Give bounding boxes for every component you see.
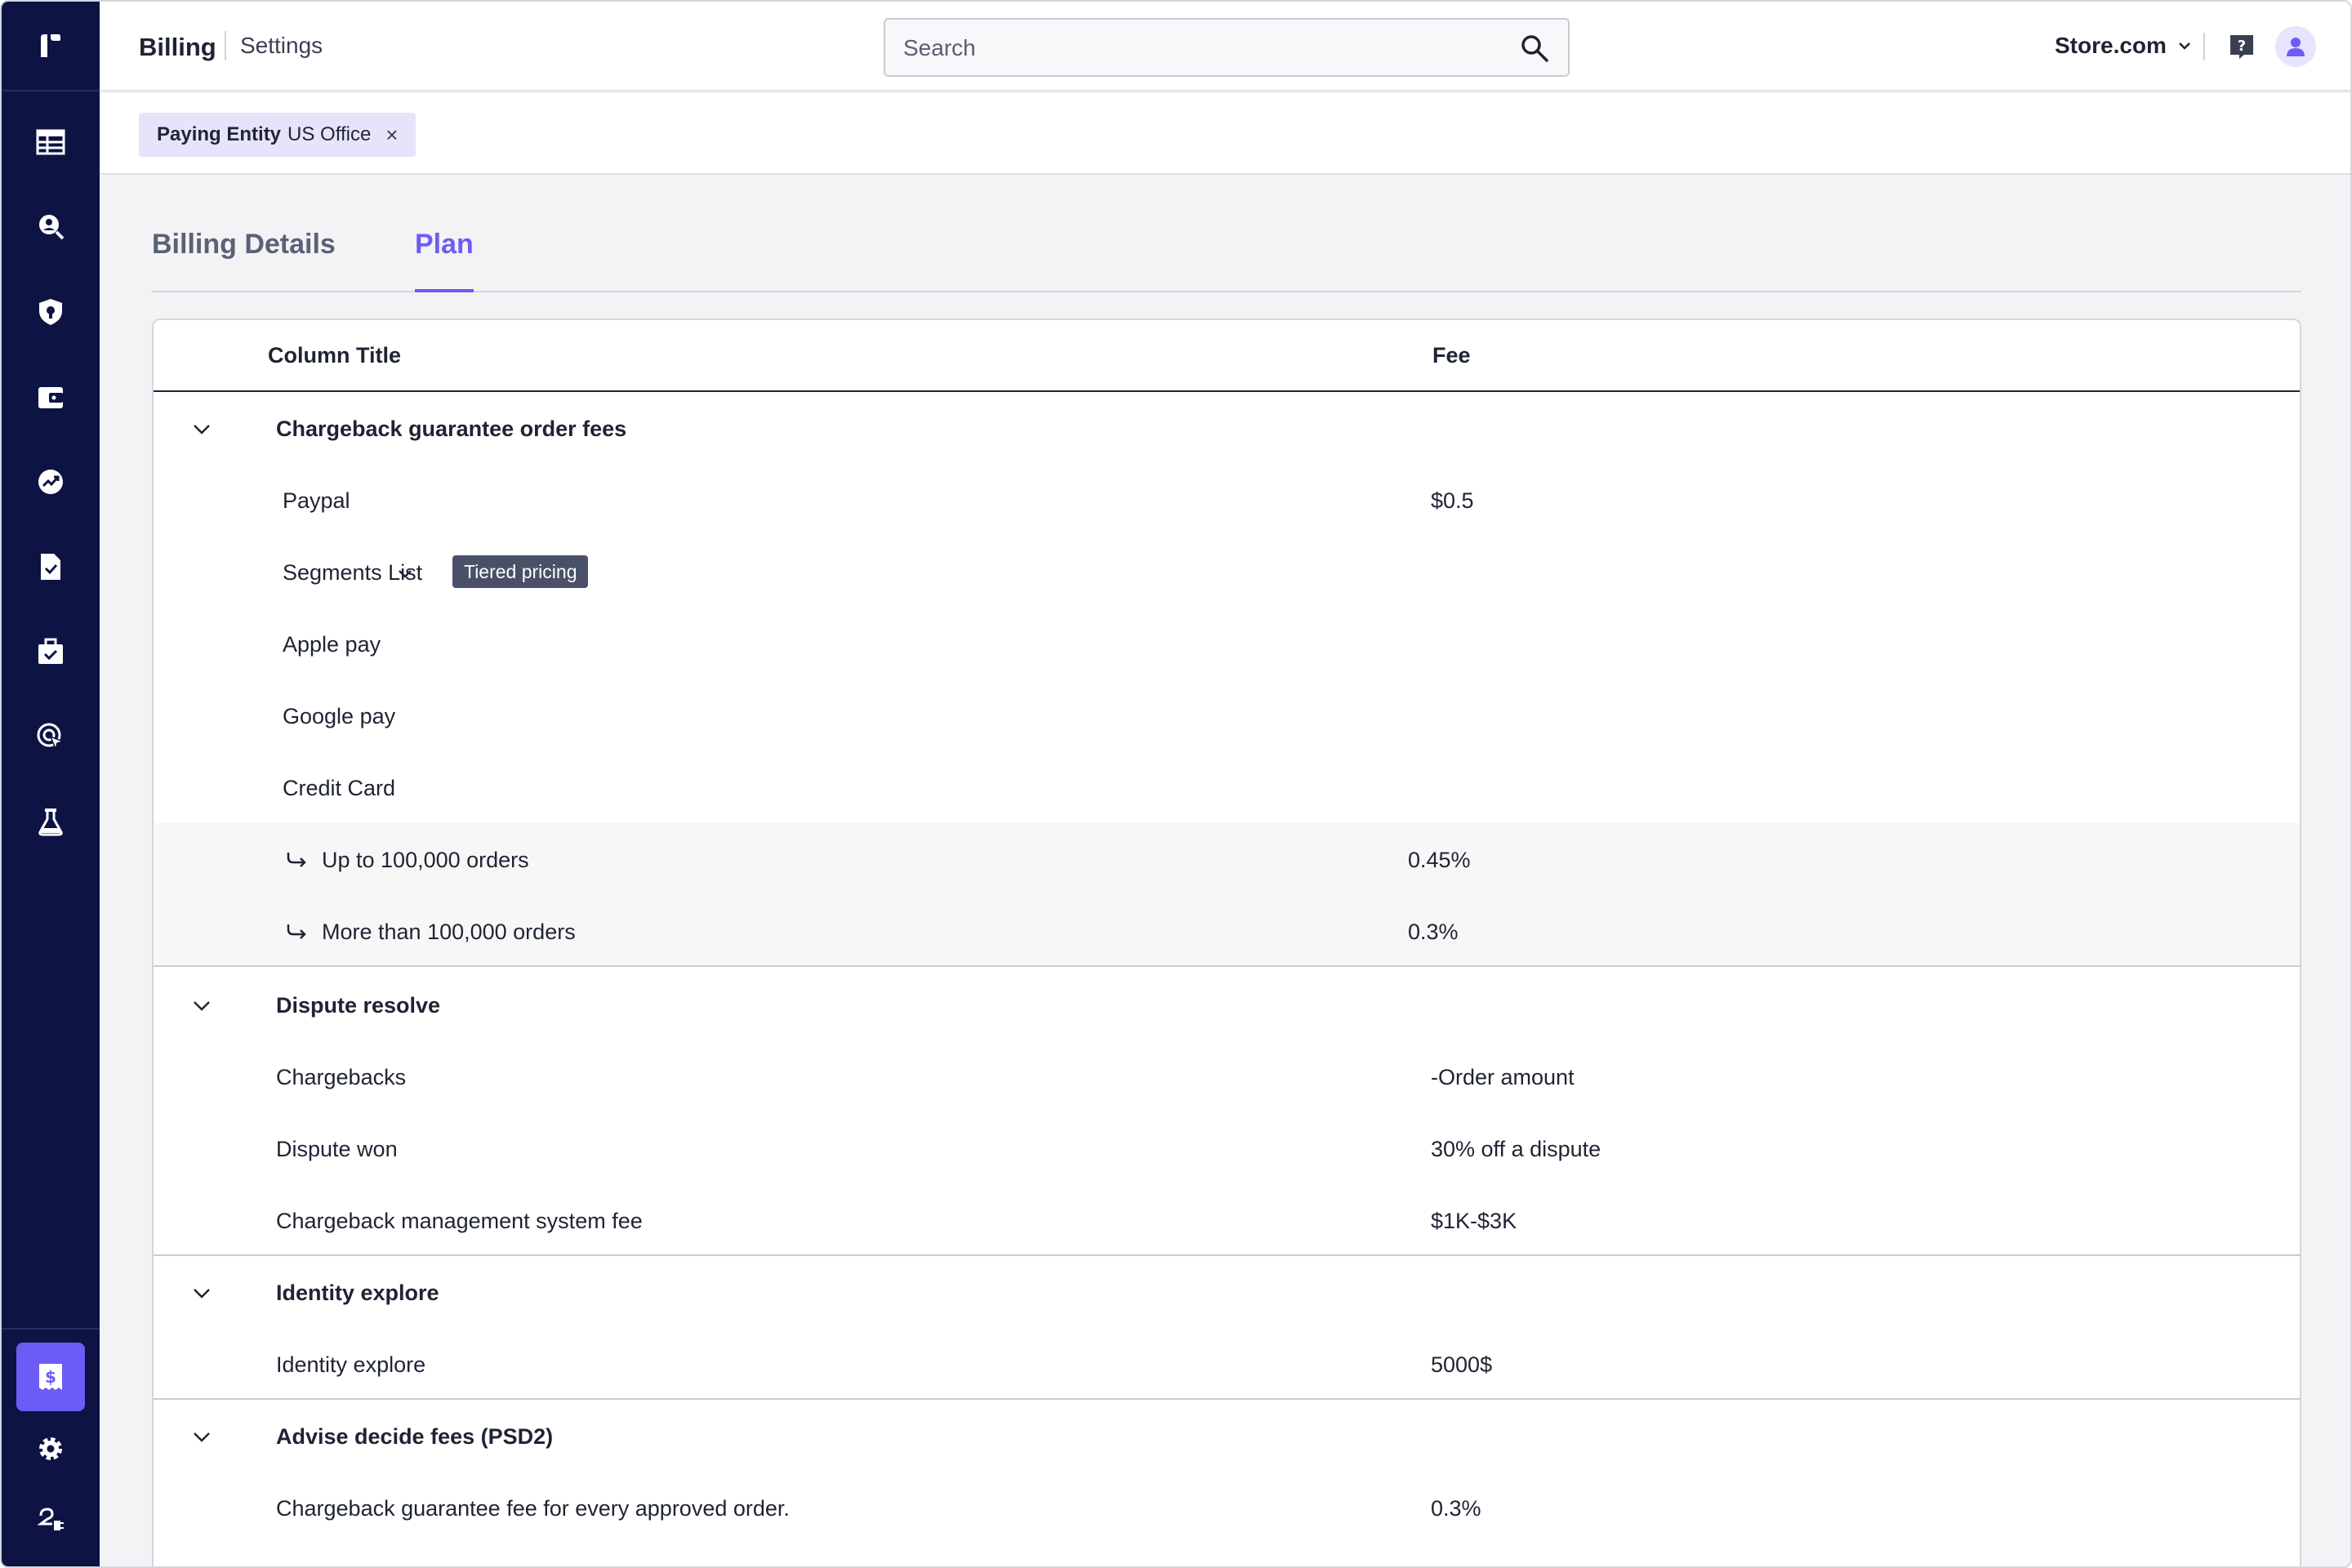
sidebar: $ <box>2 2 100 1566</box>
breadcrumb-billing[interactable]: Billing <box>139 33 216 62</box>
table-row-tier: More than 100,000 orders 0.3% <box>154 895 2300 967</box>
chevron-down-icon[interactable] <box>189 416 214 441</box>
billing-icon[interactable]: $ <box>16 1343 85 1411</box>
store-selector[interactable]: Store.com <box>2055 33 2193 59</box>
chevron-down-icon[interactable] <box>189 1424 214 1449</box>
gear-icon[interactable] <box>16 1414 85 1483</box>
row-fee: 0.45% <box>1408 848 1471 872</box>
row-name: More than 100,000 orders <box>322 920 576 944</box>
row-fee: $1K-$3K <box>1431 1209 1517 1233</box>
close-icon[interactable]: × <box>385 122 398 148</box>
table-row-tier: Up to 100,000 orders 0.45% <box>154 823 2300 895</box>
sub-arrow-icon <box>287 924 306 939</box>
row-name: Up to 100,000 orders <box>322 848 529 872</box>
tab-bar: Billing Details Plan <box>152 204 2301 292</box>
table-header: Column Title Fee <box>154 320 2300 392</box>
table-row: Credit Card <box>154 751 2300 823</box>
chevron-down-icon[interactable] <box>189 1281 214 1305</box>
shield-icon[interactable] <box>16 278 85 346</box>
row-name: Paypal <box>283 488 350 513</box>
group-row-chargeback-guarantee[interactable]: Chargeback guarantee order fees <box>154 392 2300 464</box>
app-window: $ Billing Settings Store.com ? Paying En… <box>0 0 2352 1568</box>
plan-fees-table: Column Title Fee Chargeback guarantee or… <box>152 318 2301 1566</box>
filter-chip-key: Paying Entity <box>157 123 282 145</box>
column-header-fee: Fee <box>1432 343 1471 368</box>
row-name: Google pay <box>283 704 396 728</box>
group-row-dispute-resolve[interactable]: Dispute resolve <box>154 969 2300 1040</box>
table-row: Dispute won 30% off a dispute <box>154 1112 2300 1184</box>
group-title: Advise decide fees (PSD2) <box>276 1424 554 1449</box>
document-check-icon[interactable] <box>16 532 85 601</box>
filter-bar: Paying Entity US Office × <box>100 93 2350 175</box>
chevron-down-icon[interactable] <box>189 993 214 1018</box>
breadcrumb-separator <box>225 31 226 60</box>
table-row: Paypal $0.5 <box>154 464 2300 536</box>
tiered-pricing-badge: Tiered pricing <box>452 555 589 588</box>
row-fee: -Order amount <box>1431 1065 1575 1089</box>
row-name: Segments List <box>283 560 423 585</box>
investigate-icon[interactable] <box>16 193 85 261</box>
sidebar-divider <box>2 1328 100 1330</box>
column-header-title: Column Title <box>268 343 402 368</box>
table-row: Identity explore 5000$ <box>154 1328 2300 1400</box>
row-name: Chargeback management system fee <box>276 1209 643 1233</box>
tab-plan[interactable]: Plan <box>415 229 474 292</box>
group-row-advise-decide[interactable]: Advise decide fees (PSD2) <box>154 1400 2300 1472</box>
table-row: Google pay <box>154 679 2300 751</box>
briefcase-check-icon[interactable] <box>16 617 85 686</box>
user-icon <box>2287 38 2305 56</box>
row-fee: 5000$ <box>1431 1352 1493 1377</box>
table-row-segments-list[interactable]: Segments List Tiered pricing <box>154 536 2300 608</box>
topbar-separator <box>2203 33 2205 60</box>
filter-chip-value: US Office <box>287 123 372 145</box>
dashboard-icon[interactable] <box>16 108 85 176</box>
tab-billing-details[interactable]: Billing Details <box>152 229 336 261</box>
lab-flask-icon[interactable] <box>16 787 85 856</box>
avatar[interactable] <box>2275 26 2316 67</box>
row-fee: 30% off a dispute <box>1431 1137 1601 1161</box>
logo-icon[interactable] <box>2 2 100 91</box>
sub-arrow-icon <box>287 853 306 867</box>
analytics-icon[interactable] <box>16 448 85 516</box>
row-name: Credit Card <box>283 776 396 800</box>
row-name: Chargebacks <box>276 1065 407 1089</box>
integrations-icon[interactable] <box>16 1486 85 1555</box>
row-name: Identity explore <box>276 1352 426 1377</box>
group-row-identity-explore[interactable]: Identity explore <box>154 1256 2300 1328</box>
svg-text:$: $ <box>45 1367 56 1387</box>
search-input[interactable] <box>903 33 1491 64</box>
search-box[interactable] <box>884 18 1570 77</box>
row-fee: 0.3% <box>1431 1496 1481 1521</box>
table-row: Chargeback guarantee fee for every appro… <box>154 1472 2300 1544</box>
wallet-icon[interactable] <box>16 363 85 431</box>
top-bar: Billing Settings Store.com ? <box>100 2 2350 91</box>
row-name: Apple pay <box>283 632 381 657</box>
row-fee: 0.3% <box>1408 920 1459 944</box>
group-title: Chargeback guarantee order fees <box>276 416 627 441</box>
filter-chip-paying-entity[interactable]: Paying Entity US Office × <box>139 113 416 157</box>
chevron-down-icon <box>2179 42 2190 50</box>
group-title: Dispute resolve <box>276 993 441 1018</box>
svg-text:?: ? <box>2238 38 2246 55</box>
row-name: Dispute won <box>276 1137 398 1161</box>
row-name: Chargeback guarantee fee for every appro… <box>276 1496 790 1521</box>
breadcrumb-settings[interactable]: Settings <box>240 33 323 59</box>
target-cursor-icon[interactable] <box>16 702 85 771</box>
table-row: Apple pay <box>154 608 2300 679</box>
store-name: Store.com <box>2055 33 2167 58</box>
row-fee: $0.5 <box>1431 488 1474 513</box>
help-icon[interactable]: ? <box>2228 33 2256 60</box>
group-title: Identity explore <box>276 1281 439 1305</box>
search-icon[interactable] <box>1519 33 1550 64</box>
table-row: Chargebacks -Order amount <box>154 1040 2300 1112</box>
table-row: Chargeback management system fee $1K-$3K <box>154 1184 2300 1256</box>
